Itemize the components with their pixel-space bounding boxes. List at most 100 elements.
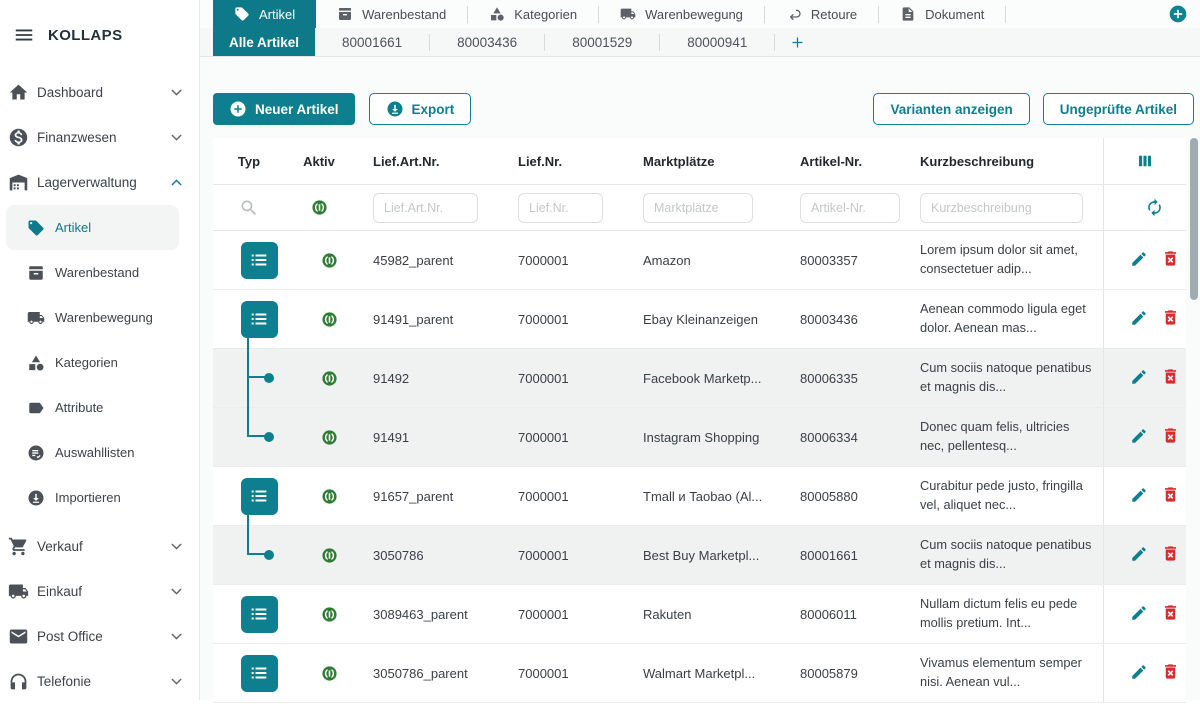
sidebar-item-auswahllisten[interactable]: Auswahllisten [0,430,199,475]
tree-connector [247,378,249,408]
home-icon [8,82,29,103]
delete-icon[interactable] [1161,544,1180,563]
table-header-row: Typ Aktiv Lief.Art.Nr. Lief.Nr. Marktplä… [213,138,1186,185]
sidebar-item-telefonie[interactable]: Telefonie [0,659,199,704]
variant-list-button[interactable] [241,596,278,633]
warehouse-icon [8,172,29,193]
sidebar-item-label: Finanzwesen [37,130,117,145]
toolbar-right: Varianten anzeigen Ungeprüfte Artikel [873,93,1194,125]
unchecked-articles-button[interactable]: Ungeprüfte Artikel [1043,93,1194,125]
column-header-aktiv[interactable]: Aktiv [285,138,353,185]
export-button[interactable]: Export [369,93,472,125]
menu-icon[interactable] [13,24,35,46]
edit-icon[interactable] [1130,604,1148,622]
delete-icon[interactable] [1161,426,1180,445]
add-circle-icon [229,100,247,118]
button-label: Ungeprüfte Artikel [1060,102,1177,117]
tab-dokument[interactable]: Dokument [879,0,1005,28]
list-icon [248,603,270,625]
column-header-kurzbeschreibung[interactable]: Kurzbeschreibung [900,138,1103,185]
columns-icon[interactable] [1136,152,1154,170]
cell-artikel-nr: 80006334 [780,408,900,467]
variant-list-button[interactable] [241,655,278,692]
sidebar-item-label: Telefonie [37,674,91,689]
sidebar-item-artikel[interactable]: Artikel [6,205,179,250]
active-status-icon [321,488,338,505]
delete-icon[interactable] [1161,603,1180,622]
edit-icon[interactable] [1130,486,1148,504]
active-status-icon [321,606,338,623]
column-header-lief-art-nr[interactable]: Lief.Art.Nr. [353,138,498,185]
delete-icon[interactable] [1161,249,1180,268]
tab-label: Warenbewegung [645,7,743,22]
tree-node-dot [264,432,274,442]
column-header-marktplaetze[interactable]: Marktplätze [623,138,780,185]
vertical-scrollbar[interactable] [1190,138,1198,300]
filter-marktplaetze-input[interactable] [643,193,753,223]
document-icon [900,6,916,22]
main-area: Artikel Warenbestand Kategorien Warenbew… [200,0,1200,700]
sidebar-item-attribute[interactable]: Attribute [0,385,199,430]
tab-kategorien[interactable]: Kategorien [468,0,598,28]
subtab-label: 80001661 [342,35,402,50]
sidebar-item-label: Kategorien [55,355,118,370]
refresh-icon[interactable] [1145,198,1164,217]
sidebar-item-lagerverwaltung[interactable]: Lagerverwaltung [0,160,199,205]
subtab-article-1[interactable]: 80001661 [315,28,429,56]
variant-list-button[interactable] [241,478,278,515]
edit-icon[interactable] [1130,250,1148,268]
add-module-tab-button[interactable] [1168,4,1188,24]
cell-lief-art-nr: 45982_parent [353,231,498,290]
filter-kurzbeschreibung-input[interactable] [920,193,1083,223]
sidebar-item-post-office[interactable]: Post Office [0,614,199,659]
tab-label: Warenbestand [362,7,446,22]
column-header-typ[interactable]: Typ [213,138,285,185]
delete-icon[interactable] [1161,308,1180,327]
button-label: Neuer Artikel [255,102,339,117]
subtab-alle-artikel[interactable]: Alle Artikel [213,28,315,56]
cell-artikel-nr: 80001661 [780,526,900,585]
box-icon [27,264,45,282]
edit-icon[interactable] [1130,545,1148,563]
sidebar-item-einkauf[interactable]: Einkauf [0,569,199,614]
filter-lief-art-nr-input[interactable] [373,193,478,223]
module-tab-bar: Artikel Warenbestand Kategorien Warenbew… [200,0,1200,28]
truck-icon [27,309,45,327]
import-circle-icon [27,489,45,507]
delete-icon[interactable] [1161,367,1180,386]
tab-retoure[interactable]: Retoure [765,0,878,28]
delete-icon[interactable] [1161,662,1180,681]
add-article-tab-button[interactable] [775,28,820,56]
sidebar-item-finanzwesen[interactable]: Finanzwesen [0,115,199,160]
sidebar-item-warenbewegung[interactable]: Warenbewegung [0,295,199,340]
variant-list-button[interactable] [241,242,278,279]
show-variants-button[interactable]: Varianten anzeigen [873,93,1029,125]
delete-icon[interactable] [1161,485,1180,504]
filter-artikel-nr-input[interactable] [800,193,900,223]
tab-artikel[interactable]: Artikel [213,0,316,28]
column-header-artikel-nr[interactable]: Artikel-Nr. [780,138,900,185]
subtab-article-2[interactable]: 80003436 [430,28,544,56]
new-article-button[interactable]: Neuer Artikel [213,93,355,125]
sidebar-item-kategorien[interactable]: Kategorien [0,340,199,385]
active-filter-toggle-icon[interactable] [311,199,328,216]
tree-connector [247,407,267,437]
sidebar-item-verkauf[interactable]: Verkauf [0,524,199,569]
cell-lief-nr: 7000001 [498,231,623,290]
edit-icon[interactable] [1130,663,1148,681]
subtab-article-3[interactable]: 80001529 [545,28,659,56]
cell-marktplatz: Best Buy Marketpl... [623,526,780,585]
column-header-lief-nr[interactable]: Lief.Nr. [498,138,623,185]
tab-warenbestand[interactable]: Warenbestand [316,0,467,28]
edit-icon[interactable] [1130,368,1148,386]
sidebar-item-dashboard[interactable]: Dashboard [0,70,199,115]
sidebar-item-importieren[interactable]: Importieren [0,475,199,520]
sidebar-item-warenbestand[interactable]: Warenbestand [0,250,199,295]
edit-icon[interactable] [1130,309,1148,327]
variant-list-button[interactable] [241,301,278,338]
edit-icon[interactable] [1130,427,1148,445]
filter-lief-nr-input[interactable] [518,193,603,223]
truck-icon [620,6,636,22]
subtab-article-4[interactable]: 80000941 [660,28,774,56]
tab-warenbewegung[interactable]: Warenbewegung [599,0,764,28]
